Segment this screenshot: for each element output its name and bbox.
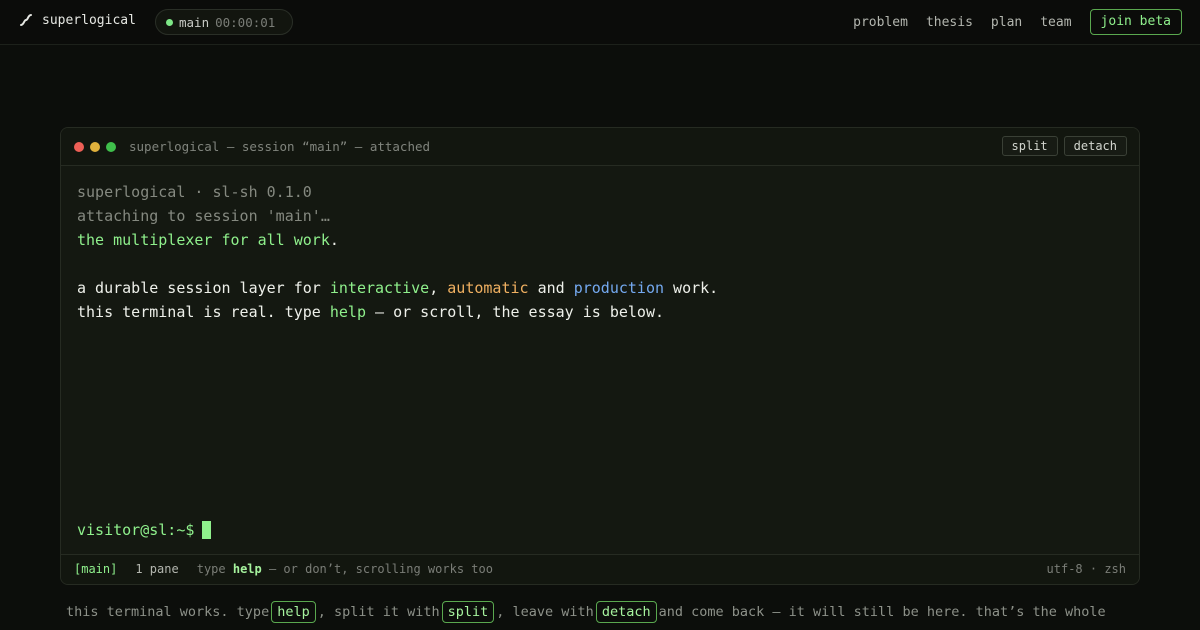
top-bar: superlogical main 00:00:01 problem thesi… bbox=[0, 0, 1200, 45]
terminal-prompt[interactable]: visitor@sl:~$ bbox=[77, 518, 212, 542]
essay-intro: this terminal works. type help , split i… bbox=[66, 601, 1106, 623]
tagline-text: the multiplexer for all work bbox=[77, 231, 330, 249]
split-button[interactable]: split bbox=[1001, 136, 1058, 156]
essay-part-d: and come back — it will still be here. t… bbox=[658, 604, 1106, 620]
tagline-period: . bbox=[329, 231, 339, 249]
desc-part-b: , bbox=[429, 279, 448, 297]
instr-part-a: this terminal is real. type bbox=[77, 303, 330, 321]
brand-name: superlogical bbox=[42, 12, 136, 28]
desc-production: production bbox=[573, 279, 665, 297]
output-line-attaching: attaching to session 'main'… bbox=[77, 207, 330, 225]
prompt-text: visitor@sl:~$ bbox=[77, 521, 195, 539]
instr-help: help bbox=[329, 303, 366, 321]
nav-link-thesis[interactable]: thesis bbox=[926, 15, 973, 30]
cursor-block bbox=[202, 521, 212, 539]
status-hint: type help — or don’t, scrolling works to… bbox=[197, 562, 493, 576]
nav-link-plan[interactable]: plan bbox=[991, 15, 1022, 30]
output-line-description: a durable session layer for interactive,… bbox=[77, 276, 718, 300]
hint-part-a: type bbox=[196, 562, 233, 576]
desc-part-c: and bbox=[528, 279, 574, 297]
essay-part-b: , split it with bbox=[317, 604, 440, 620]
hint-command: help bbox=[232, 562, 262, 576]
desc-part-d: work. bbox=[664, 279, 719, 297]
output-line-tagline: the multiplexer for all work. bbox=[77, 228, 718, 252]
status-session-tag: [main] bbox=[74, 562, 118, 576]
desc-automatic: automatic bbox=[447, 279, 529, 297]
instr-part-b: — or scroll, the essay is below. bbox=[366, 303, 665, 321]
brand[interactable]: superlogical bbox=[18, 12, 136, 28]
terminal-statusbar: [main] 1 pane type help — or don’t, scro… bbox=[61, 554, 1139, 584]
terminal-title: superlogical — session “main” — attached bbox=[129, 139, 431, 154]
logo-icon bbox=[20, 14, 32, 26]
terminal-window[interactable]: superlogical — session “main” — attached… bbox=[60, 127, 1140, 585]
essay-detach-command[interactable]: detach bbox=[595, 601, 657, 623]
status-pane-count: 1 pane bbox=[135, 562, 179, 576]
terminal-titlebar: superlogical — session “main” — attached… bbox=[61, 128, 1139, 166]
terminal-actions: split detach bbox=[1001, 136, 1127, 156]
desc-interactive: interactive bbox=[329, 279, 430, 297]
nav-link-problem[interactable]: problem bbox=[853, 15, 908, 30]
essay-split-command[interactable]: split bbox=[441, 601, 495, 623]
window-controls bbox=[74, 142, 116, 152]
output-line-version: superlogical · sl-sh 0.1.0 bbox=[77, 183, 312, 201]
session-name: main bbox=[179, 14, 210, 30]
detach-button[interactable]: detach bbox=[1063, 136, 1127, 156]
status-encoding-shell: utf-8 · zsh bbox=[1046, 562, 1126, 576]
live-dot-icon bbox=[166, 18, 173, 26]
essay-part-c: , leave with bbox=[496, 604, 594, 620]
join-beta-button[interactable]: join beta bbox=[1089, 9, 1182, 35]
essay-part-a: this terminal works. type bbox=[66, 604, 270, 620]
maximize-dot-icon[interactable] bbox=[106, 142, 116, 152]
desc-part-a: a durable session layer for bbox=[77, 279, 330, 297]
close-dot-icon[interactable] bbox=[74, 142, 84, 152]
output-line-blank bbox=[77, 252, 718, 276]
session-indicator: main 00:00:01 bbox=[155, 9, 293, 35]
minimize-dot-icon[interactable] bbox=[90, 142, 100, 152]
essay-help-command[interactable]: help bbox=[271, 601, 316, 623]
hint-part-b: — or don’t, scrolling works too bbox=[261, 562, 493, 576]
output-line-instruction: this terminal is real. type help — or sc… bbox=[77, 300, 718, 324]
main-nav: problem thesis plan team join beta bbox=[853, 9, 1182, 35]
terminal-output: superlogical · sl-sh 0.1.0 attaching to … bbox=[77, 180, 718, 324]
session-timer: 00:00:01 bbox=[215, 14, 276, 30]
nav-link-team[interactable]: team bbox=[1040, 15, 1071, 30]
